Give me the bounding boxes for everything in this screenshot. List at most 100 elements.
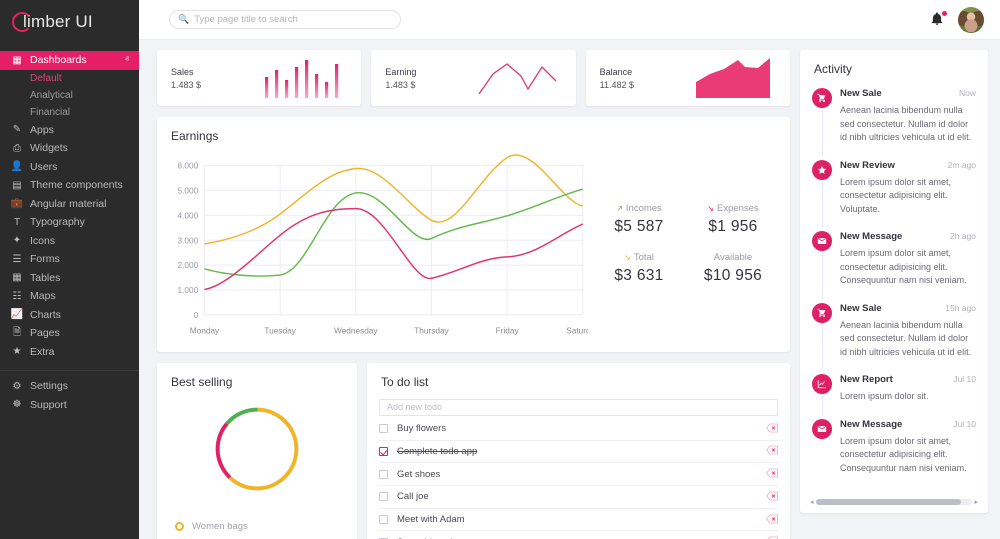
sidebar-item-apps[interactable]: ✎ Apps ⱟ xyxy=(0,121,139,140)
legend-item-women-bags[interactable]: Women bags xyxy=(175,515,357,538)
arrow-down-icon: ↘ xyxy=(707,204,714,213)
sidebar-item-users[interactable]: 👤 Users xyxy=(0,158,139,177)
sidebar-item-label: Users xyxy=(30,161,57,173)
sidebar-item-theme-components[interactable]: ▤ Theme components ⱟ xyxy=(0,176,139,195)
maps-icon: ☷ xyxy=(10,291,24,302)
activity-list: New Sale Now Aenean lacinia bibendum nul… xyxy=(800,78,988,484)
sidebar-subitem-label: Analytical xyxy=(30,90,73,101)
sidebar-item-extra[interactable]: ★ Extra ⱟ xyxy=(0,343,139,362)
sidebar-item-tables[interactable]: ▦ Tables ⱟ xyxy=(0,269,139,288)
todo-checkbox[interactable] xyxy=(379,424,388,433)
sidebar-item-dashboards[interactable]: ▦ Dashboards ⱏ xyxy=(0,51,139,70)
backspace-delete-icon[interactable] xyxy=(766,442,778,460)
todo-item[interactable]: Meet with Adam xyxy=(379,509,778,532)
sidebar-item-pages[interactable]: 🗎 Pages ⱟ xyxy=(0,324,139,343)
sidebar: limber UI ▦ Dashboards ⱏ Default Analyti… xyxy=(0,0,139,539)
stat-card-label: Earning xyxy=(385,66,416,80)
todo-input-wrap[interactable] xyxy=(379,399,778,416)
sidebar-item-label: Widgets xyxy=(30,142,68,154)
stat-card-earning[interactable]: Earning 1.483 $ xyxy=(371,50,575,106)
todo-title: To do list xyxy=(367,363,790,391)
activity-item[interactable]: New Sale Now Aenean lacinia bibendum nul… xyxy=(800,82,988,154)
forms-icon: ☰ xyxy=(10,254,24,265)
sidebar-item-widgets[interactable]: ⎙ Widgets ⱟ xyxy=(0,139,139,158)
backspace-delete-icon[interactable] xyxy=(766,533,778,539)
balance-area-sparkline xyxy=(690,58,776,98)
todo-checkbox[interactable] xyxy=(379,447,388,456)
bottom-row: Best selling Women bags To do list Add n… xyxy=(157,363,790,539)
todo-item[interactable]: Complete todo app xyxy=(379,441,778,464)
backspace-delete-icon[interactable] xyxy=(766,511,778,529)
stat-card-sales[interactable]: Sales 1.483 $ xyxy=(157,50,361,106)
brand-logo[interactable]: limber UI xyxy=(0,0,139,43)
activity-item-time: Now xyxy=(959,88,976,98)
sidebar-item-typography[interactable]: T Typography xyxy=(0,213,139,232)
backspace-delete-icon[interactable] xyxy=(766,488,778,506)
todo-item[interactable]: Call joe xyxy=(379,486,778,509)
bell-icon[interactable] xyxy=(930,12,946,28)
stat-card-label: Balance xyxy=(600,66,634,80)
arrow-down-icon: ↘ xyxy=(624,253,631,262)
backspace-delete-icon[interactable] xyxy=(766,420,778,438)
todo-checkbox[interactable] xyxy=(379,470,388,479)
sidebar-subitem-analytical[interactable]: Analytical xyxy=(0,87,139,104)
search-box[interactable]: 🔍 xyxy=(169,10,401,29)
scrollbar-track[interactable] xyxy=(816,499,973,505)
scroll-right-icon[interactable]: ▸ xyxy=(974,498,978,506)
backspace-delete-icon[interactable] xyxy=(766,465,778,483)
sales-bar-sparkline xyxy=(261,58,347,98)
todo-item[interactable]: Buy flowers xyxy=(379,418,778,441)
brush-icon: ✎ xyxy=(10,124,24,135)
activity-item-desc: Lorem ipsum dolor sit amet, consectetur … xyxy=(840,171,976,226)
svg-text:Saturday: Saturday xyxy=(566,325,588,335)
search-input[interactable] xyxy=(194,14,392,25)
sidebar-item-settings[interactable]: ⚙ Settings xyxy=(0,377,139,396)
sidebar-item-label: Extra xyxy=(30,346,55,358)
sidebar-item-label: Forms xyxy=(30,253,60,265)
activity-item-desc: Lorem ipsum dolor sit amet, consectetur … xyxy=(840,430,976,485)
activity-item[interactable]: New Sale 15h ago Aenean lacinia bibendum… xyxy=(800,297,988,369)
sidebar-subitem-financial[interactable]: Financial xyxy=(0,104,139,121)
sidebar-item-maps[interactable]: ☷ Maps ⱟ xyxy=(0,287,139,306)
activity-horizontal-scrollbar[interactable]: ◂ ▸ xyxy=(810,498,978,505)
scrollbar-thumb[interactable] xyxy=(816,499,962,505)
add-todo-input[interactable] xyxy=(387,402,770,412)
todo-label: Get shoes xyxy=(397,469,440,480)
scroll-left-icon[interactable]: ◂ xyxy=(810,498,814,506)
logo-circle-icon xyxy=(12,12,32,32)
todo-item[interactable]: Get shoes xyxy=(379,463,778,486)
sidebar-item-angular-material[interactable]: 💼 Angular material ⱟ xyxy=(0,195,139,214)
sidebar-item-forms[interactable]: ☰ Forms ⱟ xyxy=(0,250,139,269)
todo-label: Buy flowers xyxy=(397,423,446,434)
activity-item-title: New Report xyxy=(840,374,893,385)
todo-item[interactable]: Something else xyxy=(379,531,778,539)
activity-head: New Report Jul 10 xyxy=(840,374,976,385)
todo-list: Buy flowers Complete todo app Get shoes … xyxy=(367,418,790,539)
envelope-icon xyxy=(812,419,832,439)
avatar[interactable] xyxy=(958,7,984,33)
svg-text:Tuesday: Tuesday xyxy=(264,325,296,335)
sidebar-item-label: Pages xyxy=(30,327,60,339)
stat-total-head: ↘ Total xyxy=(592,252,686,263)
svg-text:5.000: 5.000 xyxy=(178,186,199,196)
stat-card-balance[interactable]: Balance 11.482 $ xyxy=(586,50,790,106)
stat-card-text: Sales 1.483 $ xyxy=(171,66,201,90)
sidebar-subitem-default[interactable]: Default xyxy=(0,70,139,87)
earnings-line-chart: 6.000 5.000 4.000 3.000 2.000 1.000 0 Mo… xyxy=(163,149,588,346)
tables-icon: ▦ xyxy=(10,272,24,283)
svg-text:2.000: 2.000 xyxy=(178,260,199,270)
todo-checkbox[interactable] xyxy=(379,515,388,524)
activity-body: New Message Jul 10 Lorem ipsum dolor sit… xyxy=(840,419,976,485)
activity-item-time: 2m ago xyxy=(948,160,976,170)
sidebar-item-charts[interactable]: 📈 Charts ⱟ xyxy=(0,306,139,325)
activity-item[interactable]: New Report Jul 10 Lorem ipsum dolor sit. xyxy=(800,368,988,413)
sidebar-item-support[interactable]: ☸ Support xyxy=(0,396,139,415)
svg-text:6.000: 6.000 xyxy=(178,161,199,171)
timeline-connector xyxy=(822,323,823,371)
activity-item[interactable]: New Review 2m ago Lorem ipsum dolor sit … xyxy=(800,154,988,226)
todo-checkbox[interactable] xyxy=(379,492,388,501)
sidebar-item-icons[interactable]: ✦ Icons xyxy=(0,232,139,251)
sidebar-item-label: Dashboards xyxy=(30,54,87,66)
activity-item[interactable]: New Message 2h ago Lorem ipsum dolor sit… xyxy=(800,225,988,297)
activity-item[interactable]: New Message Jul 10 Lorem ipsum dolor sit… xyxy=(800,413,988,485)
